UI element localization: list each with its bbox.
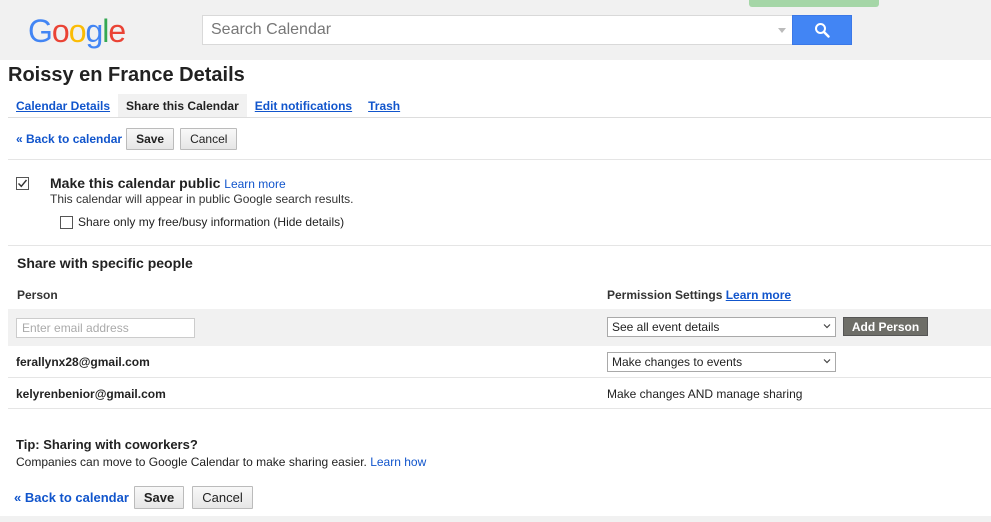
top-action-row: « Back to calendar Save Cancel [16, 128, 243, 150]
freebusy-label[interactable]: Share only my free/busy information (Hid… [78, 215, 344, 229]
freebusy-checkbox[interactable] [60, 216, 73, 229]
logo-letter: e [108, 13, 126, 49]
person-permission-text: Make changes AND manage sharing [607, 387, 803, 401]
public-description: This calendar will appear in public Goog… [50, 192, 354, 206]
make-public-label: Make this calendar public [50, 175, 221, 191]
footer-band [0, 516, 991, 522]
email-input[interactable] [16, 318, 195, 338]
tab-bar: Calendar Details Share this Calendar Edi… [8, 94, 408, 118]
top-bar: Google [0, 0, 991, 60]
logo-letter: g [85, 13, 103, 49]
cancel-button[interactable]: Cancel [180, 128, 238, 150]
tab-edit-notifications[interactable]: Edit notifications [247, 94, 360, 118]
new-permission-value: See all event details [612, 320, 720, 334]
divider [8, 159, 991, 160]
search-dropdown-arrow-icon[interactable] [778, 28, 786, 33]
person-column-header: Person [17, 288, 58, 302]
save-button[interactable]: Save [133, 486, 185, 509]
logo-letter: G [28, 13, 53, 49]
permission-learn-more-link[interactable]: Learn more [726, 288, 791, 302]
page-title: Roissy en France Details [8, 64, 245, 86]
public-learn-more-link[interactable]: Learn more [224, 177, 285, 191]
person-row: ferallynx28@gmail.com Make changes to ev… [8, 346, 991, 378]
person-email: ferallynx28@gmail.com [16, 355, 150, 369]
person-permission-select[interactable]: Make changes to events [607, 352, 836, 372]
divider [8, 245, 991, 246]
person-row: kelyrenbenior@gmail.com Make changes AND… [8, 378, 991, 409]
tab-share-this-calendar[interactable]: Share this Calendar [118, 94, 247, 118]
search-box[interactable] [202, 15, 793, 45]
new-permission-select[interactable]: See all event details [607, 317, 836, 337]
search-icon [815, 23, 830, 38]
permission-column-header: Permission Settings [607, 288, 723, 302]
logo-letter: o [68, 13, 87, 49]
learn-how-link[interactable]: Learn how [370, 455, 426, 469]
notification-tab [749, 0, 879, 7]
google-logo[interactable]: Google [28, 12, 126, 50]
tabs-divider [8, 117, 991, 118]
add-person-button[interactable]: Add Person [843, 317, 928, 336]
chevron-down-icon [823, 324, 831, 329]
save-button[interactable]: Save [126, 128, 175, 150]
checkmark-icon [18, 179, 28, 188]
bottom-action-row: « Back to calendar Save Cancel [14, 486, 261, 509]
cancel-button[interactable]: Cancel [192, 486, 253, 509]
search-input[interactable] [203, 16, 763, 44]
share-heading: Share with specific people [17, 255, 193, 271]
back-to-calendar-link[interactable]: « Back to calendar [14, 490, 129, 505]
search-button[interactable] [792, 15, 852, 45]
add-person-row: See all event details Add Person [8, 309, 991, 346]
tab-calendar-details[interactable]: Calendar Details [8, 94, 118, 118]
chevron-down-icon [823, 359, 831, 364]
person-email: kelyrenbenior@gmail.com [16, 387, 166, 401]
logo-letter: o [51, 13, 70, 49]
make-public-checkbox[interactable] [16, 177, 29, 190]
tip-title: Tip: Sharing with coworkers? [16, 437, 198, 452]
person-permission-value: Make changes to events [612, 355, 743, 369]
tip-text: Companies can move to Google Calendar to… [16, 455, 367, 469]
tab-trash[interactable]: Trash [360, 94, 408, 118]
back-to-calendar-link[interactable]: « Back to calendar [16, 132, 122, 146]
